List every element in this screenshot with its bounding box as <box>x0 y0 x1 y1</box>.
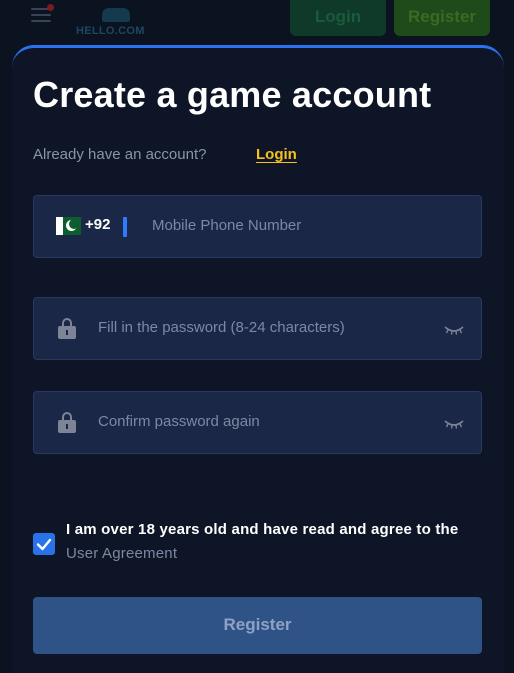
lock-icon <box>58 318 76 339</box>
menu-icon[interactable] <box>31 8 51 26</box>
already-account-text: Already have an account? <box>33 146 207 163</box>
agreement-checkbox[interactable] <box>33 533 55 555</box>
agreement-text: I am over 18 years old and have read and… <box>66 518 476 566</box>
country-code[interactable]: +92 <box>85 216 110 233</box>
header-register-button[interactable]: Register <box>394 0 490 36</box>
page-title: Create a game account <box>33 74 432 115</box>
site-logo[interactable]: HELLO.COM <box>72 8 160 37</box>
phone-input[interactable]: Mobile Phone Number <box>152 217 301 234</box>
register-button[interactable]: Register <box>33 597 482 654</box>
eye-closed-icon[interactable] <box>444 419 464 429</box>
register-modal: Create a game account Already have an ac… <box>12 45 504 673</box>
page: HELLO.COM Login Register Create a game a… <box>0 0 514 673</box>
header-login-button[interactable]: Login <box>290 0 386 36</box>
password-input[interactable]: Fill in the password (8-24 characters) <box>98 319 345 336</box>
check-icon <box>36 538 52 551</box>
phone-field[interactable]: +92 Mobile Phone Number <box>33 195 482 258</box>
password-field[interactable]: Fill in the password (8-24 characters) <box>33 297 482 360</box>
login-link[interactable]: Login <box>256 146 297 163</box>
pakistan-flag-icon <box>56 217 81 235</box>
agreement-prefix: I am over 18 years old and have read and… <box>66 521 459 538</box>
lock-icon <box>58 412 76 433</box>
notification-dot <box>47 4 54 11</box>
text-cursor <box>123 217 127 237</box>
confirm-password-input[interactable]: Confirm password again <box>98 413 260 430</box>
user-agreement-link[interactable]: User Agreement <box>66 545 177 562</box>
eye-closed-icon[interactable] <box>444 325 464 335</box>
logo-text: HELLO.COM <box>76 25 145 37</box>
top-header: HELLO.COM Login Register <box>0 0 514 50</box>
confirm-password-field[interactable]: Confirm password again <box>33 391 482 454</box>
